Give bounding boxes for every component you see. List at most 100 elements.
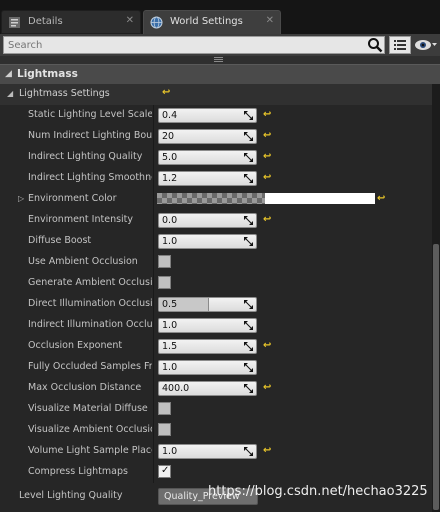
checkbox[interactable] bbox=[158, 255, 171, 268]
checkmark-icon: ✓ bbox=[161, 465, 170, 476]
column-divider[interactable] bbox=[153, 231, 154, 252]
group-label: Lightmass Settings bbox=[19, 88, 110, 99]
drag-handle-icon[interactable] bbox=[244, 153, 253, 162]
close-icon[interactable]: ✕ bbox=[266, 15, 274, 26]
details-icon bbox=[9, 17, 20, 28]
value-input[interactable]: 1.0 bbox=[158, 234, 257, 249]
column-divider[interactable] bbox=[153, 210, 154, 231]
section-lightmass[interactable]: ◢ Lightmass bbox=[0, 64, 440, 84]
drag-handle-icon[interactable] bbox=[244, 321, 253, 330]
drag-handle-icon[interactable] bbox=[244, 132, 253, 141]
column-divider[interactable] bbox=[153, 315, 154, 336]
column-divider[interactable] bbox=[153, 462, 154, 483]
column-divider[interactable] bbox=[153, 273, 154, 294]
eye-icon[interactable] bbox=[414, 37, 438, 53]
column-divider[interactable] bbox=[153, 357, 154, 378]
value-input[interactable]: 1.5 bbox=[158, 339, 257, 354]
column-divider[interactable] bbox=[153, 126, 154, 147]
color-swatch[interactable] bbox=[157, 193, 375, 204]
property-label: Num Indirect Lighting Bounces bbox=[28, 130, 152, 141]
column-divider[interactable] bbox=[153, 189, 154, 210]
prop-row-generate-ambient-occlusion-material-mask: Generate Ambient Occlusion Material Mask bbox=[0, 273, 432, 294]
tab-world-settings-label: World Settings bbox=[170, 16, 243, 27]
drag-handle-icon[interactable] bbox=[244, 300, 253, 309]
prop-row-compress-lightmaps: Compress Lightmaps ✓ bbox=[0, 462, 432, 483]
drag-handle-icon[interactable] bbox=[244, 111, 253, 120]
drag-handle-icon[interactable] bbox=[244, 174, 253, 183]
prop-row-volume-light-sample-placement-scale: Volume Light Sample Placement Scale 1.0 ↩ bbox=[0, 441, 432, 462]
column-divider[interactable] bbox=[153, 252, 154, 273]
drag-handle-icon[interactable] bbox=[244, 237, 253, 246]
drag-handle-icon[interactable] bbox=[244, 216, 253, 225]
drag-handle-icon[interactable] bbox=[244, 342, 253, 351]
prop-row-indirect-illumination-occlusion-fraction: Indirect Illumination Occlusion Fraction… bbox=[0, 315, 432, 336]
value-input[interactable]: 0.4 bbox=[158, 108, 257, 123]
value-input[interactable]: 0.5 bbox=[158, 297, 257, 312]
checkbox[interactable] bbox=[158, 423, 171, 436]
tab-details[interactable]: Details ✕ bbox=[1, 10, 141, 34]
collapse-arrow-icon: ◢ bbox=[7, 89, 14, 98]
value-input[interactable]: 5.0 bbox=[158, 150, 257, 165]
value-text: 1.2 bbox=[162, 173, 178, 184]
reset-to-default-icon[interactable]: ↩ bbox=[263, 130, 271, 141]
column-divider[interactable] bbox=[153, 399, 154, 420]
checkbox[interactable] bbox=[158, 402, 171, 415]
reset-to-default-icon[interactable]: ↩ bbox=[263, 172, 271, 183]
column-divider[interactable] bbox=[153, 336, 154, 357]
checkbox[interactable]: ✓ bbox=[158, 465, 171, 478]
reset-to-default-icon[interactable]: ↩ bbox=[263, 214, 271, 225]
group-lightmass-settings[interactable]: ◢ Lightmass Settings ↩ bbox=[0, 84, 432, 105]
column-divider[interactable] bbox=[153, 105, 154, 126]
value-input[interactable]: 1.0 bbox=[158, 318, 257, 333]
scrollbar-thumb[interactable] bbox=[433, 244, 439, 510]
property-label: Diffuse Boost bbox=[28, 235, 92, 246]
value-input[interactable]: 20 bbox=[158, 129, 257, 144]
property-label: Use Ambient Occlusion bbox=[28, 256, 138, 267]
drag-handle-icon[interactable] bbox=[244, 363, 253, 372]
value-text: 1.0 bbox=[162, 362, 178, 373]
search-bar bbox=[0, 34, 440, 56]
search-input[interactable] bbox=[3, 36, 385, 54]
column-divider[interactable] bbox=[153, 168, 154, 189]
value-input[interactable]: 400.0 bbox=[158, 381, 257, 396]
view-options-button[interactable] bbox=[389, 36, 411, 54]
search-icon[interactable] bbox=[367, 37, 383, 53]
property-label: Indirect Lighting Quality bbox=[28, 151, 143, 162]
prop-row-diffuse-boost: Diffuse Boost 1.0 bbox=[0, 231, 432, 252]
property-label: Environment Intensity bbox=[28, 214, 134, 225]
property-label: Max Occlusion Distance bbox=[28, 382, 142, 393]
value-input[interactable]: 1.0 bbox=[158, 444, 257, 459]
column-divider[interactable] bbox=[153, 441, 154, 462]
drag-handle-icon[interactable] bbox=[244, 447, 253, 456]
column-divider[interactable] bbox=[153, 420, 154, 441]
reset-to-default-icon[interactable]: ↩ bbox=[162, 87, 170, 98]
value-text: 400.0 bbox=[162, 383, 190, 394]
value-text: 0.4 bbox=[162, 110, 178, 121]
value-input[interactable]: 1.2 bbox=[158, 171, 257, 186]
reset-to-default-icon[interactable]: ↩ bbox=[263, 151, 271, 162]
alpha-checker bbox=[157, 193, 265, 204]
reset-to-default-icon[interactable]: ↩ bbox=[377, 193, 385, 204]
column-divider[interactable] bbox=[153, 147, 154, 168]
property-label: Environment Color bbox=[28, 193, 117, 204]
property-label: Generate Ambient Occlusion Material Mask bbox=[28, 277, 152, 288]
column-divider[interactable] bbox=[153, 294, 154, 315]
close-icon[interactable]: ✕ bbox=[126, 15, 134, 26]
reset-to-default-icon[interactable]: ↩ bbox=[263, 445, 271, 456]
value-input[interactable]: 0.0 bbox=[158, 213, 257, 228]
column-divider[interactable] bbox=[153, 378, 154, 399]
prop-row-occlusion-exponent: Occlusion Exponent 1.5 ↩ bbox=[0, 336, 432, 357]
reset-to-default-icon[interactable]: ↩ bbox=[263, 109, 271, 120]
scrollbar[interactable] bbox=[432, 84, 440, 512]
expand-arrow-icon[interactable]: ▷ bbox=[18, 194, 24, 203]
reset-to-default-icon[interactable]: ↩ bbox=[263, 340, 271, 351]
value-text: 5.0 bbox=[162, 152, 178, 163]
prop-row-visualize-ambient-occlusion: Visualize Ambient Occlusion bbox=[0, 420, 432, 441]
panel-splitter[interactable] bbox=[0, 56, 440, 64]
value-input[interactable]: 1.0 bbox=[158, 360, 257, 375]
reset-to-default-icon[interactable]: ↩ bbox=[263, 382, 271, 393]
tab-world-settings[interactable]: World Settings ✕ bbox=[143, 10, 281, 34]
checkbox[interactable] bbox=[158, 276, 171, 289]
prop-row-num-indirect-lighting-bounces: Num Indirect Lighting Bounces 20 ↩ bbox=[0, 126, 432, 147]
drag-handle-icon[interactable] bbox=[244, 384, 253, 393]
